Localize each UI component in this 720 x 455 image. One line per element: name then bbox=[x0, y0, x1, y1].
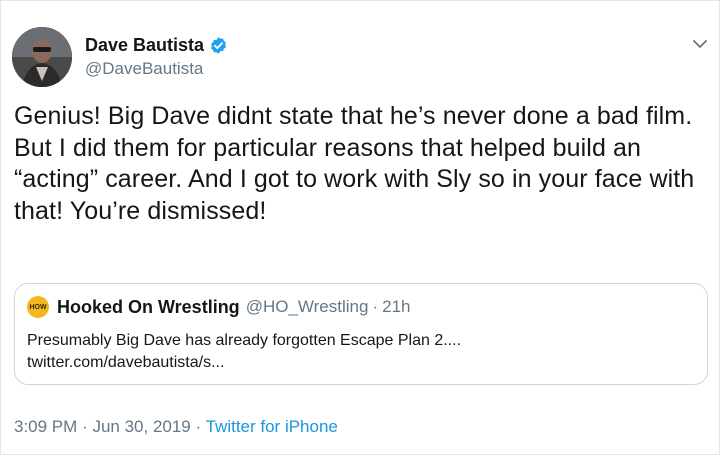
author-display-name[interactable]: Dave Bautista bbox=[85, 35, 204, 56]
quoted-tweet[interactable]: HOW Hooked On Wrestling @HO_Wrestling · … bbox=[14, 283, 708, 385]
verified-badge-icon bbox=[209, 36, 228, 55]
quoted-tweet-time: 21h bbox=[382, 297, 411, 316]
tweet-text: Genius! Big Dave didnt state that he’s n… bbox=[14, 102, 695, 225]
tweet-date[interactable]: Jun 30, 2019 bbox=[92, 417, 190, 436]
tweet-card: Dave Bautista @DaveBautista Genius! Big … bbox=[0, 0, 720, 455]
tweet-source-link[interactable]: Twitter for iPhone bbox=[206, 417, 338, 436]
quoted-author-handle: @HO_Wrestling bbox=[245, 297, 369, 316]
tweet-meta: 3:09 PM · Jun 30, 2019 · Twitter for iPh… bbox=[14, 417, 338, 437]
author-handle[interactable]: @DaveBautista bbox=[85, 59, 203, 79]
separator-dot: · bbox=[195, 417, 202, 436]
author-name-row[interactable]: Dave Bautista bbox=[85, 35, 228, 56]
author-avatar[interactable] bbox=[12, 27, 72, 87]
quoted-tweet-link: twitter.com/davebautista/s... bbox=[27, 354, 225, 371]
quoted-tweet-header: HOW Hooked On Wrestling @HO_Wrestling · … bbox=[27, 296, 411, 318]
quoted-tweet-body: Presumably Big Dave has already forgotte… bbox=[27, 330, 687, 374]
quoted-author-name: Hooked On Wrestling bbox=[57, 296, 240, 317]
chevron-down-icon[interactable] bbox=[691, 35, 709, 53]
quoted-author-avatar: HOW bbox=[27, 296, 49, 318]
separator-dot: · bbox=[82, 417, 88, 436]
tweet-time[interactable]: 3:09 PM bbox=[14, 417, 77, 436]
quoted-tweet-text: Presumably Big Dave has already forgotte… bbox=[27, 332, 462, 349]
separator-dot: · bbox=[372, 297, 379, 316]
